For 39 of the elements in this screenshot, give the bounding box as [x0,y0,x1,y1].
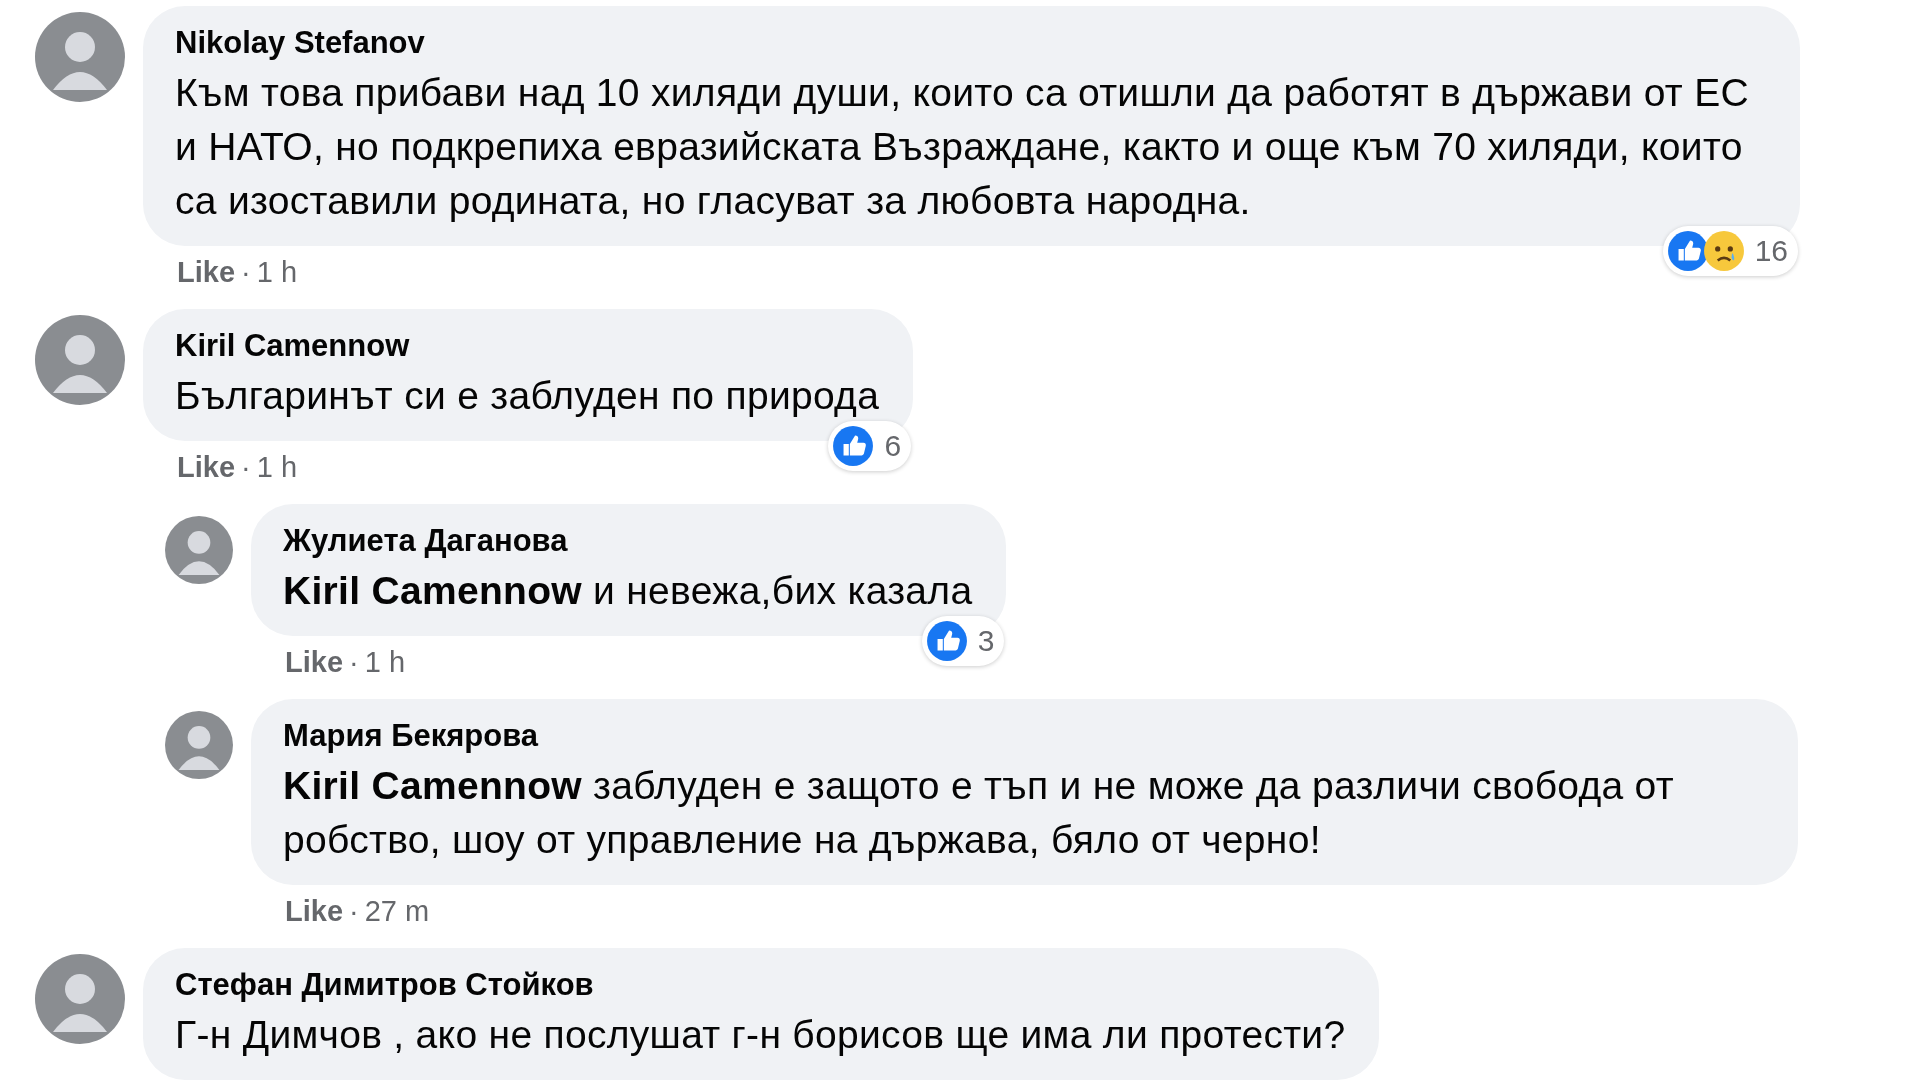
sad-face-icon [1702,230,1745,272]
mention-link[interactable]: Kiril Camennow [283,764,582,807]
comment-text: Към това прибави над 10 хиляди души, които са отишли да работят в държави от ЕС и НАТО, но подкрепиха евразийската Възраждане, както и още към 70 хиляди, които са изоставили родината, но гласуват за любовта народна. [175,70,1750,224]
like-icon [925,620,968,662]
separator-dot: · [349,895,359,928]
separator-dot: · [241,451,251,484]
like-link[interactable]: Like [177,451,236,484]
timestamp[interactable]: 1 h [256,256,298,289]
like-link[interactable]: Like [285,646,344,679]
reaction-summary[interactable]: 16 [1662,226,1798,276]
reaction-count: 3 [977,624,995,658]
reaction-count: 6 [884,429,902,463]
comment-text: Kiril Camennow и невежа,бих казала [283,568,973,614]
timestamp[interactable]: 1 h [364,646,406,679]
comment-text: Българинът си е заблуден по природа [175,373,880,419]
avatar[interactable] [165,516,233,584]
author-name[interactable]: Жулиета Даганова [283,520,973,562]
comment-text: Г-н Димчов , ако не послушат г-н борисов ще има ли протести? [175,1012,1346,1058]
author-name[interactable]: Мария Бекярова [283,715,1764,757]
like-icon [832,425,875,467]
like-icon [1666,230,1709,272]
comment-text: Kiril Camennow заблуден е защото е тъп и не може да различи свобода от робство, шоу от управление на държава, бяло от черно! [283,763,1675,863]
reaction-count: 16 [1754,234,1788,268]
like-link[interactable]: Like [285,895,344,928]
separator-dot: · [349,646,359,679]
avatar[interactable] [35,954,125,1044]
timestamp[interactable]: 1 h [256,451,298,484]
author-name[interactable]: Kiril Camennow [175,325,880,367]
reaction-summary[interactable]: 3 [921,616,1005,666]
author-name[interactable]: Стефан Димитров Стойков [175,964,1346,1006]
avatar[interactable] [165,711,233,779]
author-name[interactable]: Nikolay Stefanov [175,22,1766,64]
avatar[interactable] [35,12,125,102]
reaction-summary[interactable]: 6 [828,421,912,471]
separator-dot: · [241,256,251,289]
timestamp[interactable]: 27 m [364,895,430,928]
mention-link[interactable]: Kiril Camennow [283,569,582,612]
avatar[interactable] [35,315,125,405]
like-link[interactable]: Like [177,256,236,289]
